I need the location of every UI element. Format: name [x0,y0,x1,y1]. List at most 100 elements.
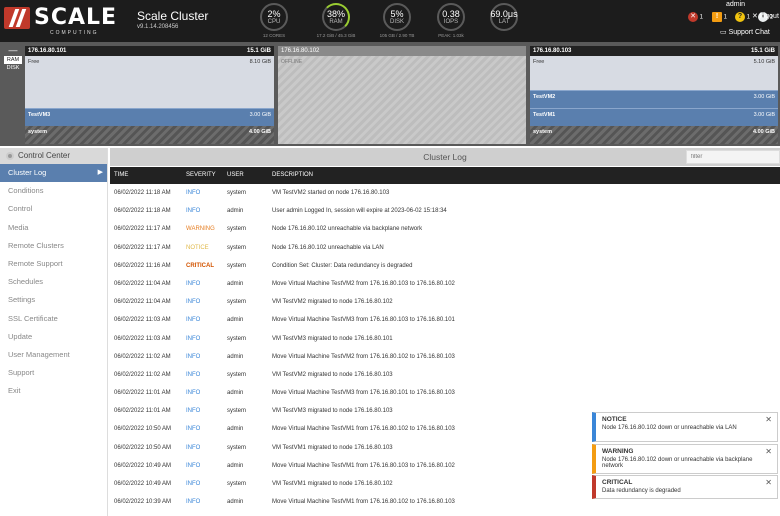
table-row[interactable]: 06/02/2022 11:01 AM INFO admin Move Virtual… [110,384,780,402]
sidebar-item-control[interactable]: Control [0,200,107,218]
close-icon[interactable]: ✕ [765,447,772,456]
warning-count[interactable]: ! 1 [712,12,727,22]
node-card[interactable]: 176.16.80.101 15.1 GiB Free 8.10 GiB Tes… [25,46,274,144]
cell-user: admin [227,353,244,360]
cell-user: admin [227,317,244,324]
cell-time: 06/02/2022 10:50 AM [114,426,172,433]
table-row[interactable]: 06/02/2022 11:02 AM INFO admin Move Virtual… [110,348,780,366]
table-row[interactable]: 06/02/2022 11:18 AM INFO system VM TestVM2 … [110,184,780,202]
sidebar-item-conditions[interactable]: Conditions [0,182,107,200]
cell-severity: INFO [186,426,201,433]
error-count[interactable]: ✕ 1 [688,12,703,22]
node-vm[interactable]: TestVM3 3.00 GiB [25,108,274,126]
cell-description: Move Virtual Machine TestVM1 from 176.16… [272,426,455,433]
logo-slashes-icon [4,7,30,29]
table-row[interactable]: 06/02/2022 11:04 AM INFO system VM TestVM2 … [110,293,780,311]
column-header-time[interactable]: TIME [114,167,128,184]
cell-description: User admin Logged In, session will expir… [272,208,447,215]
chevron-right-icon: ▶ [97,169,103,176]
critical-toast: CRITICAL Data redundancy is degraded ✕ [592,475,778,499]
sidebar-item-cluster-log[interactable]: Cluster Log ▶ [0,164,107,183]
cell-time: 06/02/2022 11:03 AM [114,317,171,324]
table-row[interactable]: 06/02/2022 11:02 AM INFO system VM TestVM2 … [110,366,780,384]
cell-user: system [227,262,247,269]
collapse-icon[interactable]: — [4,46,22,55]
table-row[interactable]: 06/02/2022 11:03 AM INFO system VM TestVM3 … [110,330,780,348]
close-icon[interactable]: ✕ [765,415,772,424]
table-row[interactable]: 06/02/2022 11:04 AM INFO admin Move Virtual… [110,275,780,293]
table-row[interactable]: 06/02/2022 11:03 AM INFO admin Move Virtual… [110,311,780,329]
column-header-severity[interactable]: SEVERITY [186,167,216,184]
node-card[interactable]: 176.16.80.103 15.1 GiB Free 5.10 GiB Tes… [530,46,778,144]
current-user: admin [726,1,746,8]
support-chat-button[interactable]: ▭ Support Chat [720,28,770,36]
sidebar-item-support[interactable]: Support [0,364,107,382]
cell-description: Move Virtual Machine TestVM1 from 176.16… [272,499,455,506]
error-icon: ✕ [688,12,698,22]
question-count[interactable]: ? 1 [735,12,750,22]
chat-icon: ▭ [720,29,729,36]
node-system: system 4.00 GiB [530,126,778,144]
node-free: Free 5.10 GiB [530,56,778,90]
cell-severity: INFO [186,280,201,287]
sidebar-item-settings[interactable]: Settings [0,291,107,309]
node-ip: 176.16.80.102 [281,48,320,54]
node-total: 15.1 GiB [750,48,775,54]
column-header-description[interactable]: DESCRIPTION [272,167,313,184]
cell-time: 06/02/2022 11:01 AM [114,390,171,397]
cluster-name: Scale Cluster [137,9,209,23]
cell-time: 06/02/2022 11:18 AM [114,190,171,196]
cell-description: VM TestVM2 started on node 176.16.80.103 [272,190,390,196]
cell-description: VM TestVM2 migrated to node 176.16.80.10… [272,371,393,378]
sidebar-item-schedules[interactable]: Schedules [0,273,107,291]
table-row[interactable]: 06/02/2022 11:16 AM CRITICAL system Conditi… [110,257,780,275]
node-vm[interactable]: TestVM1 3.00 GiB [530,108,778,126]
cell-user: system [227,190,247,196]
sidebar-item-remote-support[interactable]: Remote Support [0,255,107,273]
cell-severity: INFO [186,190,201,196]
cell-severity: INFO [186,390,201,397]
cell-description: VM TestVM2 migrated to node 176.16.80.10… [272,299,393,306]
ram-toggle[interactable]: RAM [4,56,22,64]
sidebar-item-media[interactable]: Media [0,219,107,237]
table-row[interactable]: 06/02/2022 11:18 AM INFO admin User admin L… [110,202,780,220]
page-title: Cluster Log [423,152,467,162]
logout-link[interactable]: ✕ logout [752,12,779,20]
cell-description: Node 176.16.80.102 unreachable via backp… [272,226,423,233]
sidebar-item-update[interactable]: Update [0,328,107,346]
cell-user: system [227,408,247,415]
gauge-value: 5% [390,9,404,19]
column-header-user[interactable]: USER [227,167,244,184]
disk-toggle[interactable]: DISK [4,64,22,73]
gauge-label: LAT [498,19,510,25]
gauge-sub: PEAK: 1.03k [438,33,464,38]
node-vm[interactable]: TestVM2 3.00 GiB [530,90,778,108]
close-icon[interactable]: ✕ [765,478,772,487]
cell-severity: INFO [186,208,201,215]
cell-user: system [227,444,247,451]
cell-user: admin [227,390,244,397]
sidebar-item-ssl-certificate[interactable]: SSL Certificate [0,310,107,328]
cell-severity: INFO [186,481,201,487]
node-ip: 176.16.80.103 [533,48,572,54]
gauge-value: 0.38 [442,9,460,19]
cell-user: system [227,244,247,251]
table-row[interactable]: 06/02/2022 11:17 AM NOTICE system Node 176.… [110,239,780,257]
cell-user: system [227,371,247,378]
table-row[interactable]: 06/02/2022 11:17 AM WARNING system Node 176… [110,220,780,238]
sidebar-item-user-management[interactable]: User Management [0,346,107,364]
log-header: Cluster Log [110,148,780,166]
cell-time: 06/02/2022 11:17 AM [114,226,171,233]
cell-description: Node 176.16.80.102 unreachable via LAN [272,244,384,251]
cell-user: system [227,226,247,233]
sidebar-item-remote-clusters[interactable]: Remote Clusters [0,237,107,255]
filter-input[interactable] [686,150,780,164]
node-header: 176.16.80.102 [278,46,526,56]
sidebar-item-exit[interactable]: Exit [0,382,107,400]
node-card-offline[interactable]: 176.16.80.102 OFFLINE [278,46,526,144]
toast-text: Node 176.16.80.102 down or unreachable v… [602,457,753,469]
gauge-label: CPU [267,19,281,25]
app-header: SCALE COMPUTING Scale Cluster v9.1.14.20… [0,0,780,42]
gauge-label: DISK [389,19,404,25]
cell-severity: NOTICE [186,244,209,251]
